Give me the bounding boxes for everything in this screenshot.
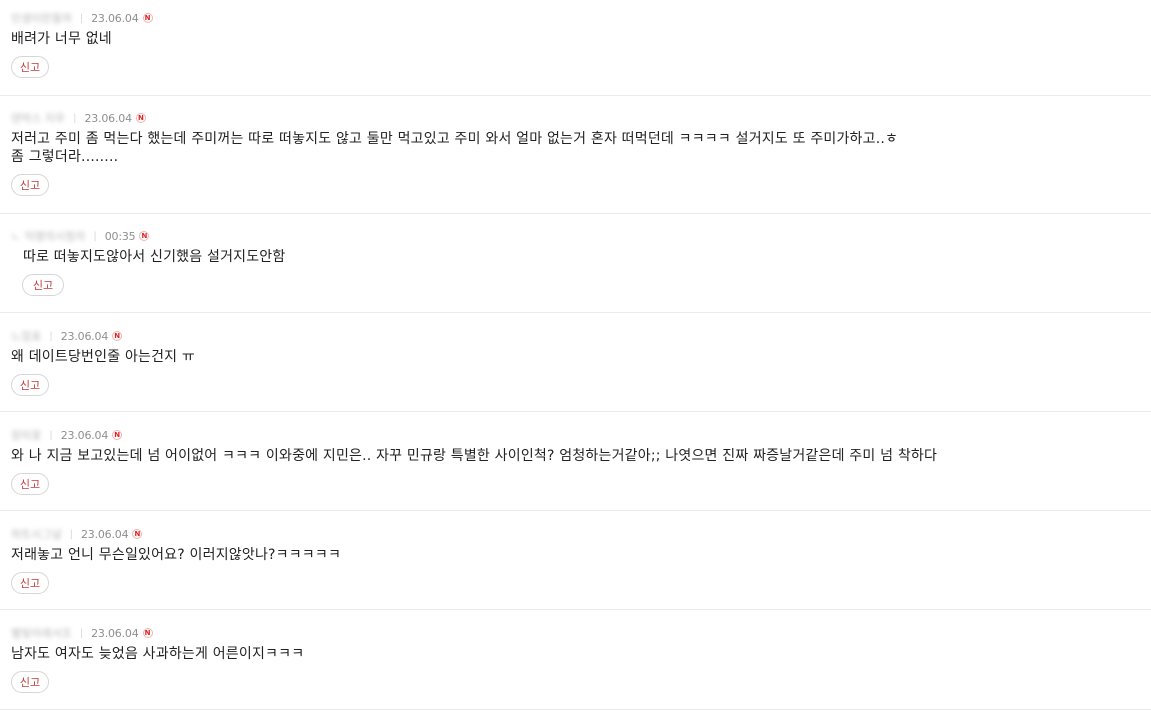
new-badge-icon: N <box>112 331 123 341</box>
comment-date: 23.06.04 <box>60 329 109 343</box>
comment-date: 23.06.04 <box>91 11 139 25</box>
meta-separator: | <box>79 627 84 639</box>
comment-date: 23.06.04 <box>60 428 109 442</box>
comment-meta: 인생이란뭘까 | 23.06.04 N <box>11 10 1151 26</box>
comment-nickname[interactable]: 장미꽃 <box>11 427 41 443</box>
comment-date: 00:35 <box>104 229 136 243</box>
new-badge-icon: N <box>135 113 146 123</box>
meta-separator: | <box>49 330 53 342</box>
comment-nickname[interactable]: 덴막스 지우 <box>11 110 65 126</box>
comment-date: 23.06.04 <box>84 111 132 125</box>
comment-text: 저러고 주미 좀 먹는다 했는데 주미꺼는 따로 떠놓지도 않고 둘만 먹고있고… <box>11 131 899 165</box>
new-badge-icon: N <box>112 430 123 440</box>
meta-separator: | <box>73 112 77 124</box>
report-button[interactable]: 신고 <box>11 671 49 693</box>
comment-meta: 하트시그널 | 23.06.04 N <box>11 526 1151 542</box>
report-button[interactable]: 신고 <box>11 374 49 396</box>
report-button[interactable]: 신고 <box>11 56 49 78</box>
comment-item: 느낌표 | 23.06.04 N 왜 데이트당번인줄 아는건지 ㅠ 신고 <box>0 313 1151 412</box>
report-button[interactable]: 신고 <box>11 473 49 495</box>
comment-text: 따로 떠놓지도않아서 신기했음 설거지도안함 <box>23 249 286 265</box>
meta-separator: | <box>79 12 84 24</box>
new-badge-icon: N <box>139 231 150 241</box>
report-button[interactable]: 신고 <box>11 572 49 594</box>
new-badge-icon: N <box>142 628 153 638</box>
comment-item: 별빛아래서조 | 23.06.04 N 남자도 여자도 늦었음 사과하는게 어른… <box>0 610 1151 710</box>
comment-meta: ㄴ 익명의시청자 | 00:35 N <box>11 228 1151 244</box>
comment-text: 남자도 여자도 늦었음 사과하는게 어른이지ㅋㅋㅋ <box>11 646 305 662</box>
meta-separator: | <box>69 528 73 540</box>
report-button[interactable]: 신고 <box>22 274 64 296</box>
comment-nickname[interactable]: 별빛아래서조 <box>11 625 72 641</box>
comment-nickname[interactable]: 인생이란뭘까 <box>11 10 72 26</box>
meta-separator: | <box>93 230 97 242</box>
comment-meta: 느낌표 | 23.06.04 N <box>11 328 1151 344</box>
comment-text: 배려가 너무 없네 <box>11 31 112 47</box>
comment-nickname[interactable]: ㄴ 익명의시청자 <box>11 228 85 244</box>
new-badge-icon: N <box>132 529 143 539</box>
comment-text: 왜 데이트당번인줄 아는건지 ㅠ <box>11 349 195 365</box>
comment-item: 하트시그널 | 23.06.04 N 저래놓고 언니 무슨일있어요? 이러지않앗… <box>0 511 1151 610</box>
comment-meta: 장미꽃 | 23.06.04 N <box>11 427 1151 443</box>
comment-list: 인생이란뭘까 | 23.06.04 N 배려가 너무 없네 신고 덴막스 지우 … <box>0 0 1151 710</box>
comment-nickname[interactable]: 느낌표 <box>11 328 41 344</box>
comment-text: 와 나 지금 보고있는데 넘 어이없어 ㅋㅋㅋ 이와중에 지민은.. 자꾸 민규… <box>11 448 938 464</box>
comment-meta: 덴막스 지우 | 23.06.04 N <box>11 110 1151 126</box>
comment-date: 23.06.04 <box>91 626 139 640</box>
report-button[interactable]: 신고 <box>11 174 49 196</box>
comment-item: 인생이란뭘까 | 23.06.04 N 배려가 너무 없네 신고 <box>0 0 1151 96</box>
comment-item: 장미꽃 | 23.06.04 N 와 나 지금 보고있는데 넘 어이없어 ㅋㅋㅋ… <box>0 412 1151 511</box>
comment-meta: 별빛아래서조 | 23.06.04 N <box>11 625 1151 641</box>
reply-item: ㄴ 익명의시청자 | 00:35 N 따로 떠놓지도않아서 신기했음 설거지도안… <box>0 214 1151 313</box>
new-badge-icon: N <box>142 13 153 23</box>
comment-date: 23.06.04 <box>80 527 129 541</box>
comment-item: 덴막스 지우 | 23.06.04 N 저러고 주미 좀 먹는다 했는데 주미꺼… <box>0 96 1151 214</box>
comment-text: 저래놓고 언니 무슨일있어요? 이러지않앗나?ㅋㅋㅋㅋㅋ <box>11 547 342 563</box>
comment-nickname[interactable]: 하트시그널 <box>11 526 62 542</box>
meta-separator: | <box>49 429 53 441</box>
